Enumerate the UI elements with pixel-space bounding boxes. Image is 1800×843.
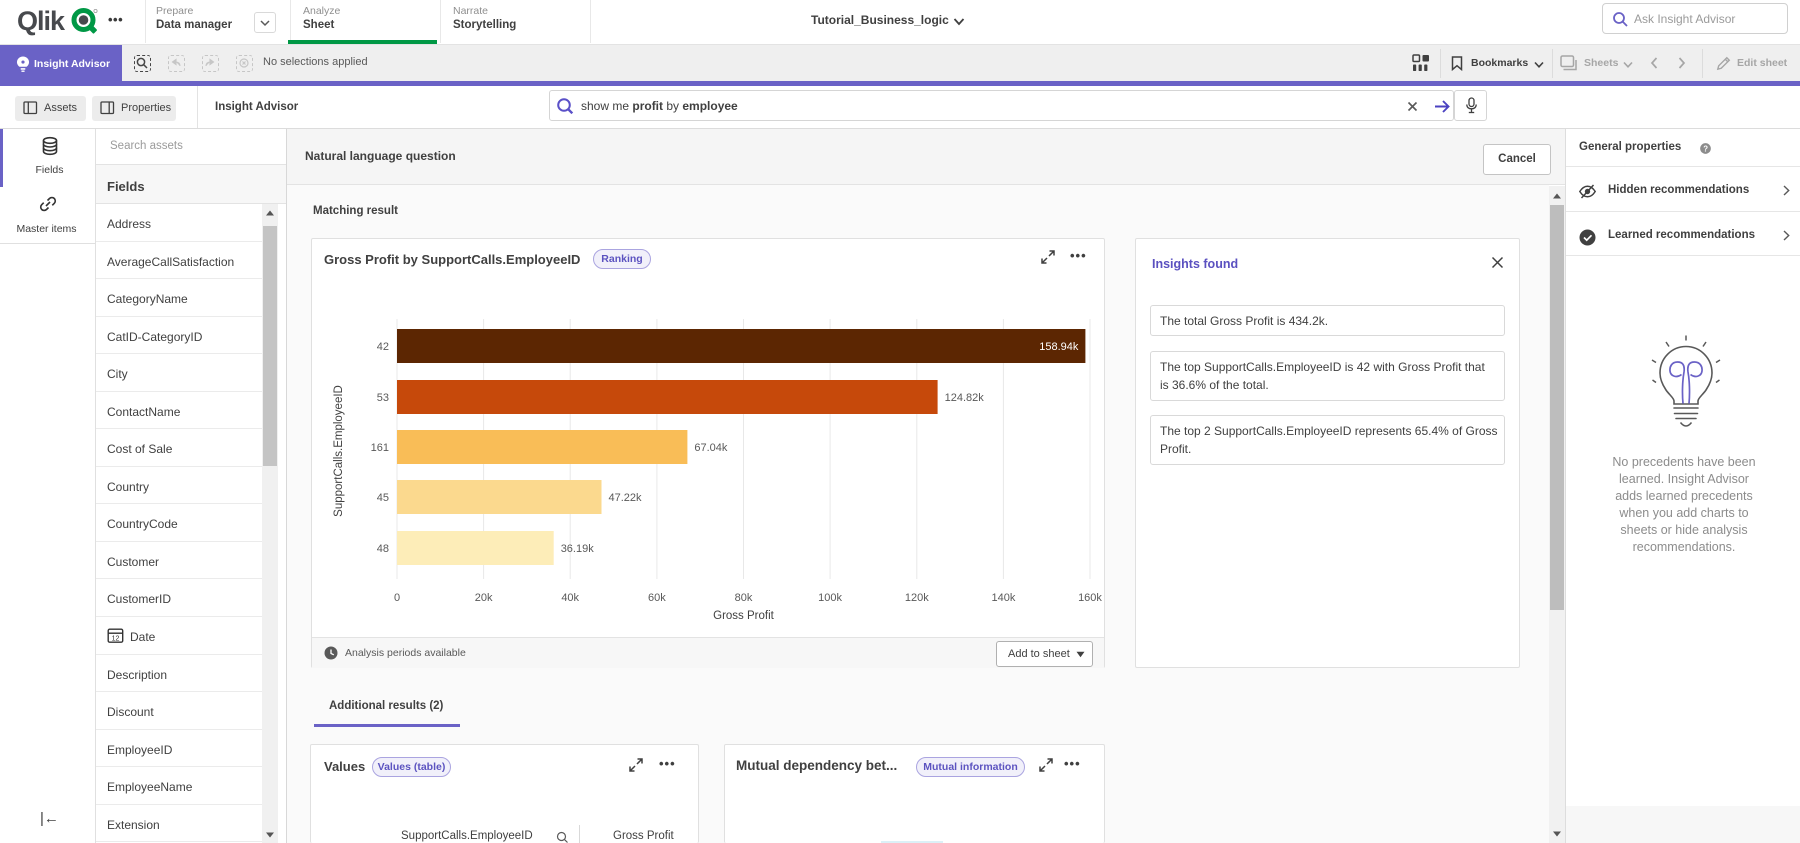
svg-text:60k: 60k xyxy=(648,592,666,604)
svg-text:Gross Profit: Gross Profit xyxy=(713,610,775,622)
svg-text:36.19k: 36.19k xyxy=(561,543,595,555)
svg-text:45: 45 xyxy=(377,492,389,504)
svg-text:20k: 20k xyxy=(475,592,493,604)
svg-text:80k: 80k xyxy=(735,592,753,604)
svg-text:120k: 120k xyxy=(905,592,929,604)
svg-text:158.94k: 158.94k xyxy=(1039,341,1079,353)
svg-text:12: 12 xyxy=(112,635,120,642)
svg-text:160k: 160k xyxy=(1078,592,1102,604)
svg-text:124.82k: 124.82k xyxy=(945,392,985,404)
svg-text:100k: 100k xyxy=(818,592,842,604)
svg-text:48: 48 xyxy=(377,543,389,555)
svg-text:?: ? xyxy=(1703,144,1708,153)
svg-text:53: 53 xyxy=(377,392,389,404)
svg-text:0: 0 xyxy=(394,592,400,604)
svg-text:161: 161 xyxy=(371,442,389,454)
svg-text:67.04k: 67.04k xyxy=(694,442,728,454)
svg-text:40k: 40k xyxy=(561,592,579,604)
svg-text:SupportCalls.EmployeeID: SupportCalls.EmployeeID xyxy=(333,385,345,517)
svg-text:140k: 140k xyxy=(991,592,1015,604)
svg-text:47.22k: 47.22k xyxy=(609,492,643,504)
svg-text:42: 42 xyxy=(377,341,389,353)
